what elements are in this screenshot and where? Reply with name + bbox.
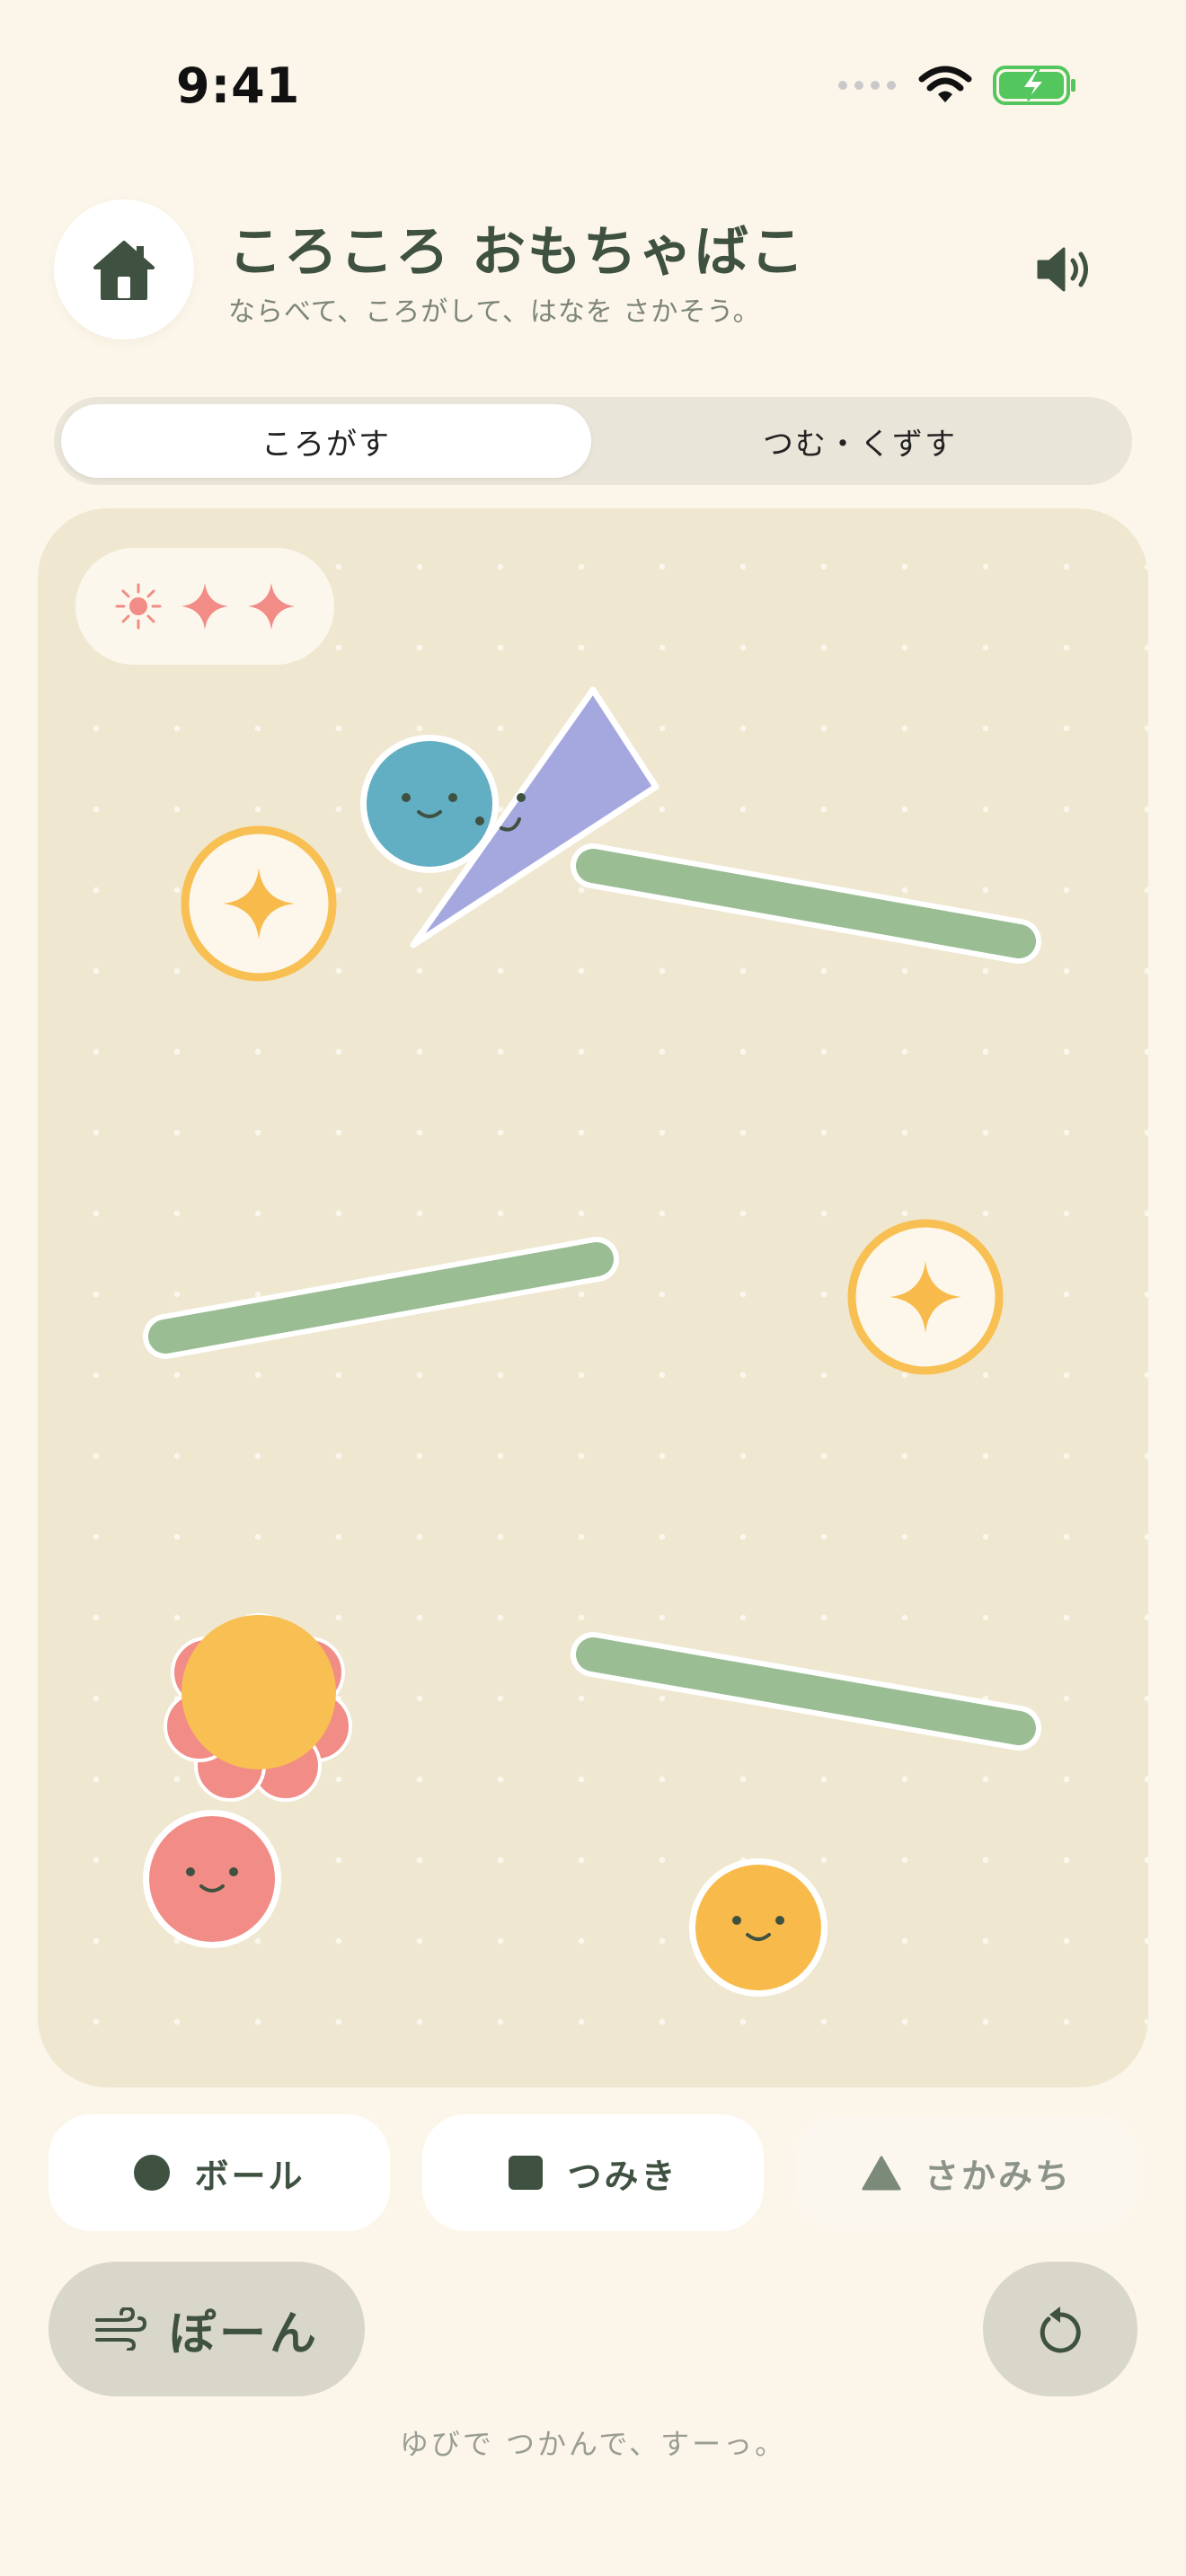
app-title: ころころ おもちゃばこ bbox=[228, 221, 806, 284]
mode-segmented-control: ころがす つむ・くずす bbox=[54, 397, 1132, 485]
ball-pink[interactable] bbox=[143, 1810, 281, 1948]
reset-icon bbox=[1040, 2307, 1081, 2353]
tab-roll[interactable]: ころがす bbox=[61, 404, 591, 478]
hint-text: ゆびで つかんで、すーっ。 bbox=[399, 2427, 787, 2461]
battery-charging-icon bbox=[993, 66, 1075, 105]
slope-icon bbox=[862, 2156, 901, 2191]
star-target-left[interactable] bbox=[181, 825, 337, 982]
block-icon bbox=[509, 2156, 544, 2190]
app-subtitle: ならべて、ころがして、はなを さかそう。 bbox=[228, 296, 761, 328]
blow-label: ぽーん bbox=[168, 2307, 320, 2361]
sound-button[interactable] bbox=[1028, 235, 1103, 304]
reset-button[interactable] bbox=[983, 2262, 1137, 2396]
wind-icon bbox=[94, 2307, 146, 2351]
cellular-signal-icon bbox=[838, 81, 896, 90]
sparkle-icon bbox=[181, 583, 228, 630]
tool-slope-label: さかみち bbox=[924, 2156, 1072, 2196]
tool-slope-button[interactable]: さかみち bbox=[796, 2114, 1137, 2231]
tab-stack-topple[interactable]: つむ・くずす bbox=[595, 404, 1125, 478]
status-time: 9:41 bbox=[176, 57, 301, 114]
home-button[interactable] bbox=[54, 199, 194, 340]
blow-button[interactable]: ぽーん bbox=[49, 2262, 365, 2396]
status-icons bbox=[837, 63, 1078, 108]
ball-yellow[interactable] bbox=[689, 1858, 828, 1997]
star-target-right[interactable] bbox=[847, 1219, 1004, 1375]
tool-block-button[interactable]: つみき bbox=[422, 2114, 764, 2231]
speaker-icon bbox=[1037, 247, 1088, 292]
sun-icon bbox=[115, 583, 162, 630]
sparkle-icon bbox=[248, 583, 295, 630]
wifi-icon bbox=[918, 66, 972, 102]
tool-ball-label: ボール bbox=[194, 2156, 305, 2196]
goal-stars bbox=[75, 548, 334, 665]
ball-icon bbox=[134, 2155, 171, 2191]
tool-ball-button[interactable]: ボール bbox=[49, 2114, 390, 2231]
home-icon bbox=[93, 241, 155, 300]
tool-block-label: つみき bbox=[567, 2156, 678, 2196]
